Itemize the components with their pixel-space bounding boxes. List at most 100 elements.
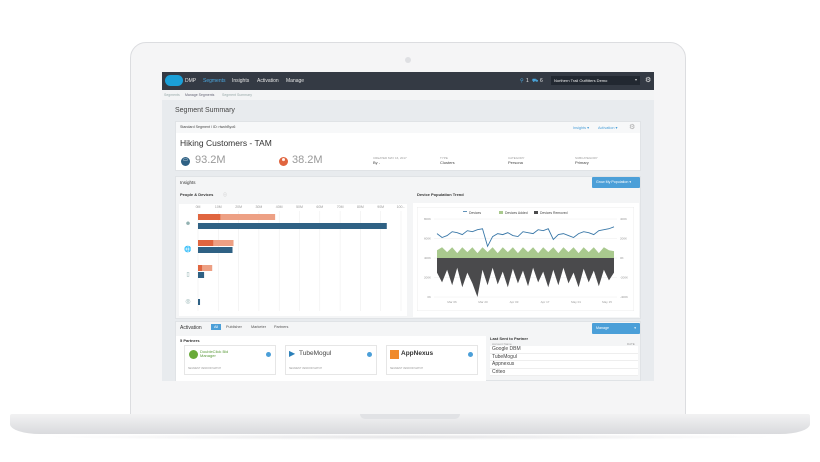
globe-icon: 🌐 xyxy=(184,245,192,253)
x-tick-label: 60M xyxy=(316,205,323,209)
tab-partners[interactable]: Partners xyxy=(274,325,288,329)
nav-insights[interactable]: Insights xyxy=(232,78,249,84)
crumb-segments[interactable]: Segments xyxy=(164,93,180,97)
activation-title: Activation xyxy=(180,325,202,331)
laptop-notch xyxy=(360,414,460,419)
mobile-icon: ▯ xyxy=(186,272,189,278)
meta-category: CATEGORY Persona xyxy=(508,156,525,165)
tubemogul-logo: ▶ xyxy=(289,349,296,358)
grow-population-button[interactable]: Grow My Population ▾ xyxy=(592,177,640,188)
tab-marketer[interactable]: Marketer xyxy=(251,325,266,329)
x-tick-label: 50M xyxy=(296,205,303,209)
bar-devices xyxy=(198,223,387,229)
legend-label: Devices Added xyxy=(505,211,528,215)
y-left-tick: 200K xyxy=(424,276,431,280)
info-badge-icon[interactable] xyxy=(266,352,271,357)
manage-button[interactable]: Manage ▾ xyxy=(592,323,640,334)
doubleclick-logo xyxy=(189,350,198,359)
insights-panel: Insights Grow My Population ▾ People & D… xyxy=(175,176,641,319)
partner-card-tubemogul[interactable]: ▶ TubeMogul SEGMENT VENDOR MATCH xyxy=(285,345,377,375)
screen: DMP Segments Insights Activation Manage … xyxy=(162,72,654,381)
appnexus-logo xyxy=(390,350,399,359)
trend-title: Device Population Trend xyxy=(417,192,464,197)
crumb-manage[interactable]: Manage Segments xyxy=(185,93,214,97)
salesforce-logo[interactable] xyxy=(165,75,183,86)
x-tick-label: 100... xyxy=(397,205,406,209)
activation-menu[interactable]: Activation ▾ xyxy=(598,125,617,130)
y-right-tick: 200K xyxy=(620,237,627,241)
settings-gear-icon[interactable]: ⚙ xyxy=(629,123,635,131)
legend-swatch xyxy=(499,211,503,214)
meta-value: By - xyxy=(373,160,381,165)
vendor-match-label: SEGMENT VENDOR MATCH xyxy=(188,367,222,370)
x-tick-label: Mar 20 xyxy=(478,300,488,304)
x-tick-label: Apr 17 xyxy=(541,300,550,304)
info-icon[interactable]: ⓘ xyxy=(223,192,227,198)
x-tick-label: 80M xyxy=(357,205,364,209)
legend-swatch xyxy=(463,211,467,212)
cart-icon[interactable]: ⛟ xyxy=(532,78,538,85)
brand-label: DMP xyxy=(185,78,197,84)
x-tick-label: 0M xyxy=(196,205,201,209)
info-badge-icon[interactable] xyxy=(367,352,372,357)
partner-card-appnexus[interactable]: AppNexus SEGMENT VENDOR MATCH xyxy=(386,345,478,375)
bar-devices xyxy=(198,247,233,253)
info-badge-icon[interactable] xyxy=(468,352,473,357)
chevron-down-icon: ▾ xyxy=(634,77,637,82)
legend-label: Devices xyxy=(469,211,481,215)
nav-manage[interactable]: Manage xyxy=(286,78,304,84)
tab-publisher[interactable]: Publisher xyxy=(226,325,242,329)
laptop-shadow xyxy=(40,434,780,440)
bar-people-matched xyxy=(198,240,214,246)
devices-count: 93.2M xyxy=(195,154,226,166)
cart-count: 6 xyxy=(540,78,543,84)
tab-all[interactable]: All xyxy=(211,324,222,330)
segment-name: Hiking Customers - TAM xyxy=(180,138,272,148)
segment-id: Standard Segment / ID: rtwchByo6 xyxy=(180,125,236,129)
device-icon: ▭ xyxy=(181,157,190,166)
x-tick-label: 40M xyxy=(276,205,283,209)
insights-menu[interactable]: Insights ▾ xyxy=(573,125,589,130)
notif-count: 1 xyxy=(526,78,529,84)
people-icon: ☻ xyxy=(279,157,288,166)
x-tick-label: 90M xyxy=(377,205,384,209)
bar-devices xyxy=(198,272,205,278)
people-count: 38.2M xyxy=(292,154,323,166)
y-right-tick: -200K xyxy=(620,276,628,280)
partner-name: AppNexus xyxy=(401,350,434,357)
last-sent-table: Last Sent to Partner Account Name DATE G… xyxy=(490,335,640,380)
legend-label: Devices Removed xyxy=(540,211,568,215)
table-row[interactable]: TubeMogul xyxy=(490,353,638,361)
y-left-tick: 0K xyxy=(427,295,431,299)
y-left-tick: 800K xyxy=(424,217,431,221)
partner-name: DoubleClick Bid Manager xyxy=(200,349,229,358)
partner-name: TubeMogul xyxy=(299,350,332,357)
legend-swatch xyxy=(534,211,538,214)
x-tick-label: 70M xyxy=(337,205,344,209)
table-row[interactable]: Google DBM xyxy=(490,346,638,354)
org-select[interactable]: Northern Trail Outfitters Demo ▾ xyxy=(551,76,640,85)
bar-chart-bg xyxy=(179,204,407,316)
segment-card-header: Standard Segment / ID: rtwchByo6 Insight… xyxy=(176,122,640,133)
pin-icon[interactable]: ⚲ xyxy=(520,78,524,84)
chevron-down-icon: ▾ xyxy=(634,326,636,330)
camera xyxy=(405,57,411,63)
people-devices-title: People & Devices xyxy=(180,192,214,197)
people-device-icon: ☻ xyxy=(185,221,191,227)
table-row[interactable]: Appnexus xyxy=(490,361,638,369)
x-tick-label: 20M xyxy=(235,205,242,209)
last-sent-title: Last Sent to Partner xyxy=(490,336,529,341)
gear-icon[interactable]: ⚙ xyxy=(645,76,651,84)
x-tick-label: 10M xyxy=(215,205,222,209)
y-right-tick: -400K xyxy=(620,295,628,299)
bar-devices xyxy=(198,299,201,305)
nav-activation[interactable]: Activation xyxy=(257,78,279,84)
y-left-tick: 600K xyxy=(424,237,431,241)
meta-type: TYPE Clusters xyxy=(440,156,455,165)
x-tick-label: May 15 xyxy=(602,300,612,304)
nav-segments[interactable]: Segments xyxy=(203,78,226,84)
x-tick-label: Mar 06 xyxy=(447,300,457,304)
partner-card-dbm[interactable]: DoubleClick Bid Manager SEGMENT VENDOR M… xyxy=(184,345,276,375)
meta-subcategory: SUBCATEGORY Primary xyxy=(575,156,598,165)
table-row[interactable]: Criteo xyxy=(490,368,638,376)
